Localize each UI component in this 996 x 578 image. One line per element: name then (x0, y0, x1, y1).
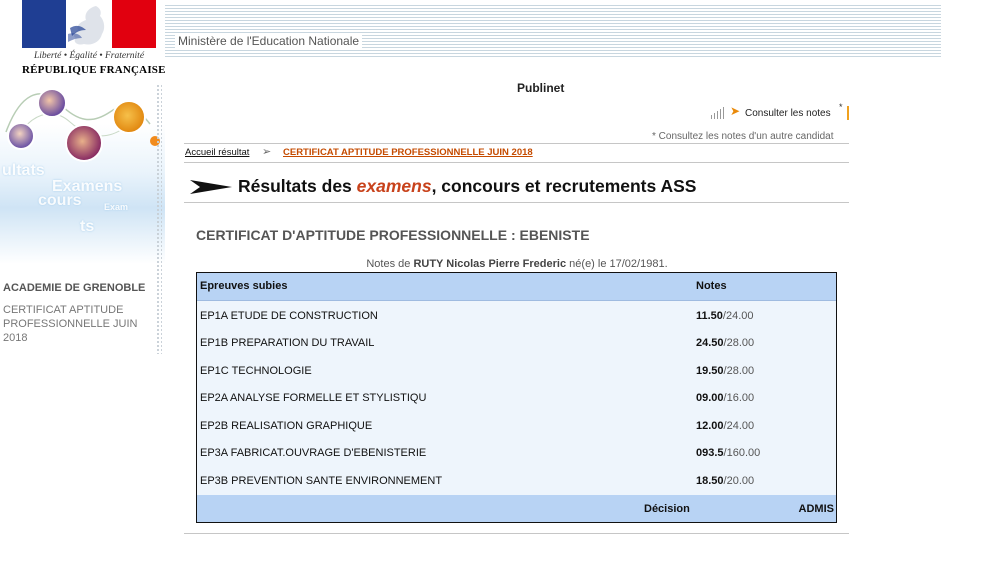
breadcrumb-current-link[interactable]: CERTIFICAT APTITUDE PROFESSIONNELLE JUIN… (283, 147, 533, 158)
table-row: EP1B PREPARATION DU TRAVAIL 24.50/28.00 (197, 328, 836, 355)
breadcrumb-separator-icon: ➢ (262, 146, 272, 158)
epreuve-score: 24.50/28.00 (696, 337, 754, 349)
decorative-word-4: Exam (104, 202, 129, 212)
page-title: Résultats des examens, concours et recru… (238, 176, 696, 197)
app-title: Publinet (517, 81, 565, 95)
candidate-birth: né(e) le 17/02/1981. (566, 258, 668, 270)
table-row: EP1C TECHNOLOGIE 19.50/28.00 (197, 356, 836, 383)
epreuve-name: EP1A ETUDE DE CONSTRUCTION (200, 310, 378, 322)
devise-text: Liberté • Égalité • Fraternité (33, 51, 145, 61)
exam-title: CERTIFICAT D'APTITUDE PROFESSIONNELLE : … (196, 227, 590, 243)
table-row: EP2B REALISATION GRAPHIQUE 12.00/24.00 (197, 411, 836, 438)
epreuve-score: 18.50/20.00 (696, 475, 754, 487)
score-value: 19.50 (696, 365, 724, 377)
academie-exam: CERTIFICAT APTITUDE PROFESSIONNELLE JUIN… (3, 304, 138, 344)
orange-bar (847, 106, 849, 120)
epreuve-name: EP1B PREPARATION DU TRAVAIL (200, 337, 375, 349)
table-row: EP1A ETUDE DE CONSTRUCTION 11.50/24.00 (197, 301, 836, 328)
marianne-logo[interactable]: Liberté • Égalité • Fraternité RÉPUBLIQU… (22, 0, 166, 82)
score-value: 12.00 (696, 420, 724, 432)
decorative-banner: ultats Examens cours Exam ts (0, 84, 165, 264)
arrow-icon: ➤ (730, 104, 741, 118)
breadcrumb: Accueil résultat ➢ CERTIFICAT APTITUDE P… (184, 143, 849, 163)
photo-bubble-4 (112, 100, 146, 134)
score-value: 24.50 (696, 337, 724, 349)
score-max: /20.00 (723, 475, 755, 487)
epreuve-name: EP3A FABRICAT.OUVRAGE D'EBENISTERIE (200, 447, 427, 459)
score-max: /28.00 (723, 365, 755, 377)
heading-arrow-icon (190, 180, 232, 194)
epreuve-name: EP3B PREVENTION SANTE ENVIRONNEMENT (200, 475, 443, 487)
results-table: Epreuves subies Notes EP1A ETUDE DE CONS… (196, 272, 837, 523)
epreuve-name: EP2B REALISATION GRAPHIQUE (200, 420, 373, 432)
table-row: EP2A ANALYSE FORMELLE ET STYLISTIQU 09.0… (197, 383, 836, 410)
decorative-word-1: ultats (2, 162, 45, 179)
bottom-divider (184, 533, 849, 534)
score-value: 18.50 (696, 475, 724, 487)
score-value: 093.5 (696, 447, 724, 459)
epreuve-score: 19.50/28.00 (696, 365, 754, 377)
score-value: 09.00 (696, 392, 724, 404)
page-heading: Résultats des examens, concours et recru… (184, 172, 849, 203)
table-row: EP3B PREVENTION SANTE ENVIRONNEMENT 18.5… (197, 466, 836, 493)
title-emphasis: examens (356, 176, 432, 196)
photo-bubble-2 (7, 122, 35, 150)
candidate-line: Notes de RUTY Nicolas Pierre Frederic né… (198, 258, 836, 270)
photo-bubble-3 (65, 124, 103, 162)
candidate-prefix: Notes de (366, 258, 414, 270)
flag-blue-band (22, 0, 66, 48)
score-max: /160.00 (723, 447, 761, 459)
other-candidate-note: * Consultez les notes d'un autre candida… (652, 131, 834, 142)
score-max: /28.00 (723, 337, 755, 349)
epreuve-score: 12.00/24.00 (696, 420, 754, 432)
epreuve-name: EP1C TECHNOLOGIE (200, 365, 312, 377)
decorative-word-3: cours (38, 192, 82, 209)
table-header: Epreuves subies Notes (197, 273, 836, 301)
signal-bars-icon (711, 107, 724, 119)
candidate-name: RUTY Nicolas Pierre Frederic (413, 258, 567, 270)
photo-bubble-1 (37, 88, 67, 118)
marianne-icon (68, 6, 105, 45)
epreuve-score: 093.5/160.00 (696, 447, 760, 459)
consult-notes-label[interactable]: Consulter les notes (745, 108, 831, 119)
decision-value: ADMIS (798, 503, 834, 515)
epreuve-score: 09.00/16.00 (696, 392, 754, 404)
republique-francaise-text: RÉPUBLIQUE FRANÇAISE (22, 64, 166, 76)
score-max: /24.00 (723, 420, 755, 432)
table-row: EP3A FABRICAT.OUVRAGE D'EBENISTERIE 093.… (197, 438, 836, 465)
score-value: 11.50 (696, 310, 723, 322)
title-part-1: Résultats des (238, 176, 357, 196)
flag-red-band (112, 0, 156, 48)
column-header-notes: Notes (696, 280, 727, 292)
academie-info: ACADEMIE DE GRENOBLE CERTIFICAT APTITUDE… (3, 281, 161, 345)
left-column: Liberté • Égalité • Fraternité RÉPUBLIQU… (0, 0, 165, 578)
column-header-epreuves: Epreuves subies (200, 280, 288, 292)
decorative-word-5: ts (80, 218, 95, 235)
breadcrumb-home-link[interactable]: Accueil résultat (185, 147, 249, 158)
score-max: /24.00 (722, 310, 754, 322)
header-band: Ministère de l'Education Nationale (165, 5, 941, 57)
decision-label: Décision (644, 503, 690, 515)
asterisk-mark: * (839, 102, 843, 112)
title-part-2: , concours et recrutements ASS (431, 176, 697, 196)
epreuve-name: EP2A ANALYSE FORMELLE ET STYLISTIQU (200, 392, 427, 404)
epreuve-score: 11.50/24.00 (696, 310, 754, 322)
score-max: /16.00 (723, 392, 755, 404)
academie-name: ACADEMIE DE GRENOBLE (3, 282, 146, 294)
decision-row: Décision ADMIS (197, 495, 836, 522)
ministry-name: Ministère de l'Education Nationale (175, 33, 363, 49)
